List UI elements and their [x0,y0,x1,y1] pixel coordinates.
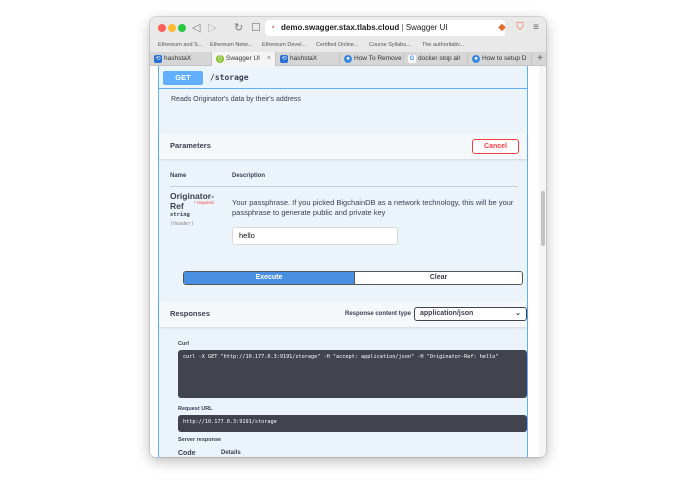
select-value: application/json [420,310,474,317]
operation-description: Reads Originator's data by their's addre… [171,96,301,103]
responses-title: Responses [170,309,211,318]
bookmark-item[interactable]: Certified Online... [316,39,359,52]
operation-path: /storage [210,73,249,82]
bookmark-item[interactable]: Ethereum Devel... [262,39,306,52]
url-separator: | [401,23,404,32]
hashstax-favicon-icon: ⟲ [154,55,162,63]
request-url-label: Request URL [178,406,213,412]
parameter-location: (header) [170,221,195,227]
url-page-title: Swagger UI [405,23,448,32]
site-favicon-icon: ● [344,55,352,63]
bookmark-item[interactable]: The authoritativ... [422,39,464,52]
minimize-window-button[interactable] [168,24,176,32]
tab-how-to-setup[interactable]: ● How to setup D [468,52,532,66]
hashstax-favicon-icon: ⟲ [280,55,288,63]
tab-label: hashstaX [290,55,318,62]
column-description-header: Description [232,173,266,179]
execute-button[interactable]: Execute [184,272,354,284]
http-method-badge: GET [163,71,203,85]
tab-label: hashstaX [164,55,192,62]
bookmark-item[interactable]: Ethereum and S... [158,39,202,52]
title-bar: ◁ ▷ ↻ ☐ ◔ demo.swagger.stax.tlabs.cloud … [150,17,546,39]
tab-label: How To Remove [354,55,402,62]
bookmark-icon[interactable]: ☐ [251,20,261,36]
tab-strip: ⟲ hashstaX {} Swagger UI × ⟲ hashstaX ● … [150,52,546,66]
chevron-down-icon: ⌄ [515,310,521,317]
required-marker: * required [194,200,214,205]
responses-header: Responses Response content type applicat… [159,301,527,327]
site-favicon-icon: ● [472,55,480,63]
zoom-window-button[interactable] [178,24,186,32]
forward-icon[interactable]: ▷ [208,20,216,36]
url-domain: demo.swagger.stax.tlabs.cloud [281,23,400,32]
tab-how-to-remove[interactable]: ● How To Remove [340,52,404,66]
page-scrollbar[interactable] [539,66,546,457]
cancel-button[interactable]: Cancel [472,139,519,154]
curl-command-block[interactable]: curl -X GET "http://10.177.0.3:9191/stor… [178,350,527,398]
lock-icon: ◔ [270,23,275,32]
back-icon[interactable]: ◁ [192,20,200,36]
tab-hashstax-2[interactable]: ⟲ hashstaX [276,52,340,66]
bookmark-item[interactable]: Ethereum Netw... [210,39,252,52]
google-favicon-icon: G [408,55,416,63]
tab-docker-stop[interactable]: G docker stop all [404,52,468,66]
clear-button[interactable]: Clear [354,272,522,284]
response-content-type-label: Response content type [345,311,412,317]
parameter-description: Your passphrase. If you picked BigchainD… [232,198,514,217]
tab-label: docker stop all [418,55,460,62]
parameters-title: Parameters [170,141,211,150]
response-content-type-select[interactable]: application/json ⌄ [414,307,527,321]
details-column-header: Details [221,450,241,456]
action-buttons: Execute Clear [183,271,523,285]
extension-icon[interactable]: ◆ [496,21,508,34]
parameter-type: string [170,212,190,218]
bookmark-item[interactable]: Course Syllabu... [369,39,411,52]
tab-swagger-ui[interactable]: {} Swagger UI × [212,52,276,66]
tab-hashstax[interactable]: ⟲ hashstaX [150,52,212,66]
tab-label: Swagger UI [226,55,260,62]
server-response-label: Server response [178,437,222,443]
address-bar[interactable]: ◔ demo.swagger.stax.tlabs.cloud | Swagge… [265,20,505,36]
column-divider [170,186,518,187]
close-tab-icon[interactable]: × [267,52,271,66]
operation-summary[interactable]: GET /storage [159,66,527,89]
column-name-header: Name [170,173,187,179]
swagger-favicon-icon: {} [216,55,224,63]
reload-icon[interactable]: ↻ [234,20,243,36]
menu-icon[interactable]: ≡ [530,21,542,34]
browser-window: ◁ ▷ ↻ ☐ ◔ demo.swagger.stax.tlabs.cloud … [150,17,546,457]
tab-label: How to setup D [482,55,527,62]
close-window-button[interactable] [158,24,166,32]
parameters-header: Parameters Cancel [159,133,527,159]
code-column-header: Code [178,450,196,457]
request-url-block[interactable]: http://10.177.0.3:9191/storage [178,415,527,432]
page-content: GET /storage Reads Originator's data by … [150,66,546,457]
bookmarks-bar: Ethereum and S... Ethereum Netw... Ether… [150,39,546,52]
scrollbar-thumb[interactable] [540,191,545,246]
curl-label: Curl [178,341,189,347]
originator-ref-input[interactable]: hello [232,227,398,245]
brave-shield-icon[interactable]: ⛉ [514,21,526,34]
operation-block: GET /storage Reads Originator's data by … [158,66,528,457]
new-tab-icon[interactable]: + [537,52,543,66]
